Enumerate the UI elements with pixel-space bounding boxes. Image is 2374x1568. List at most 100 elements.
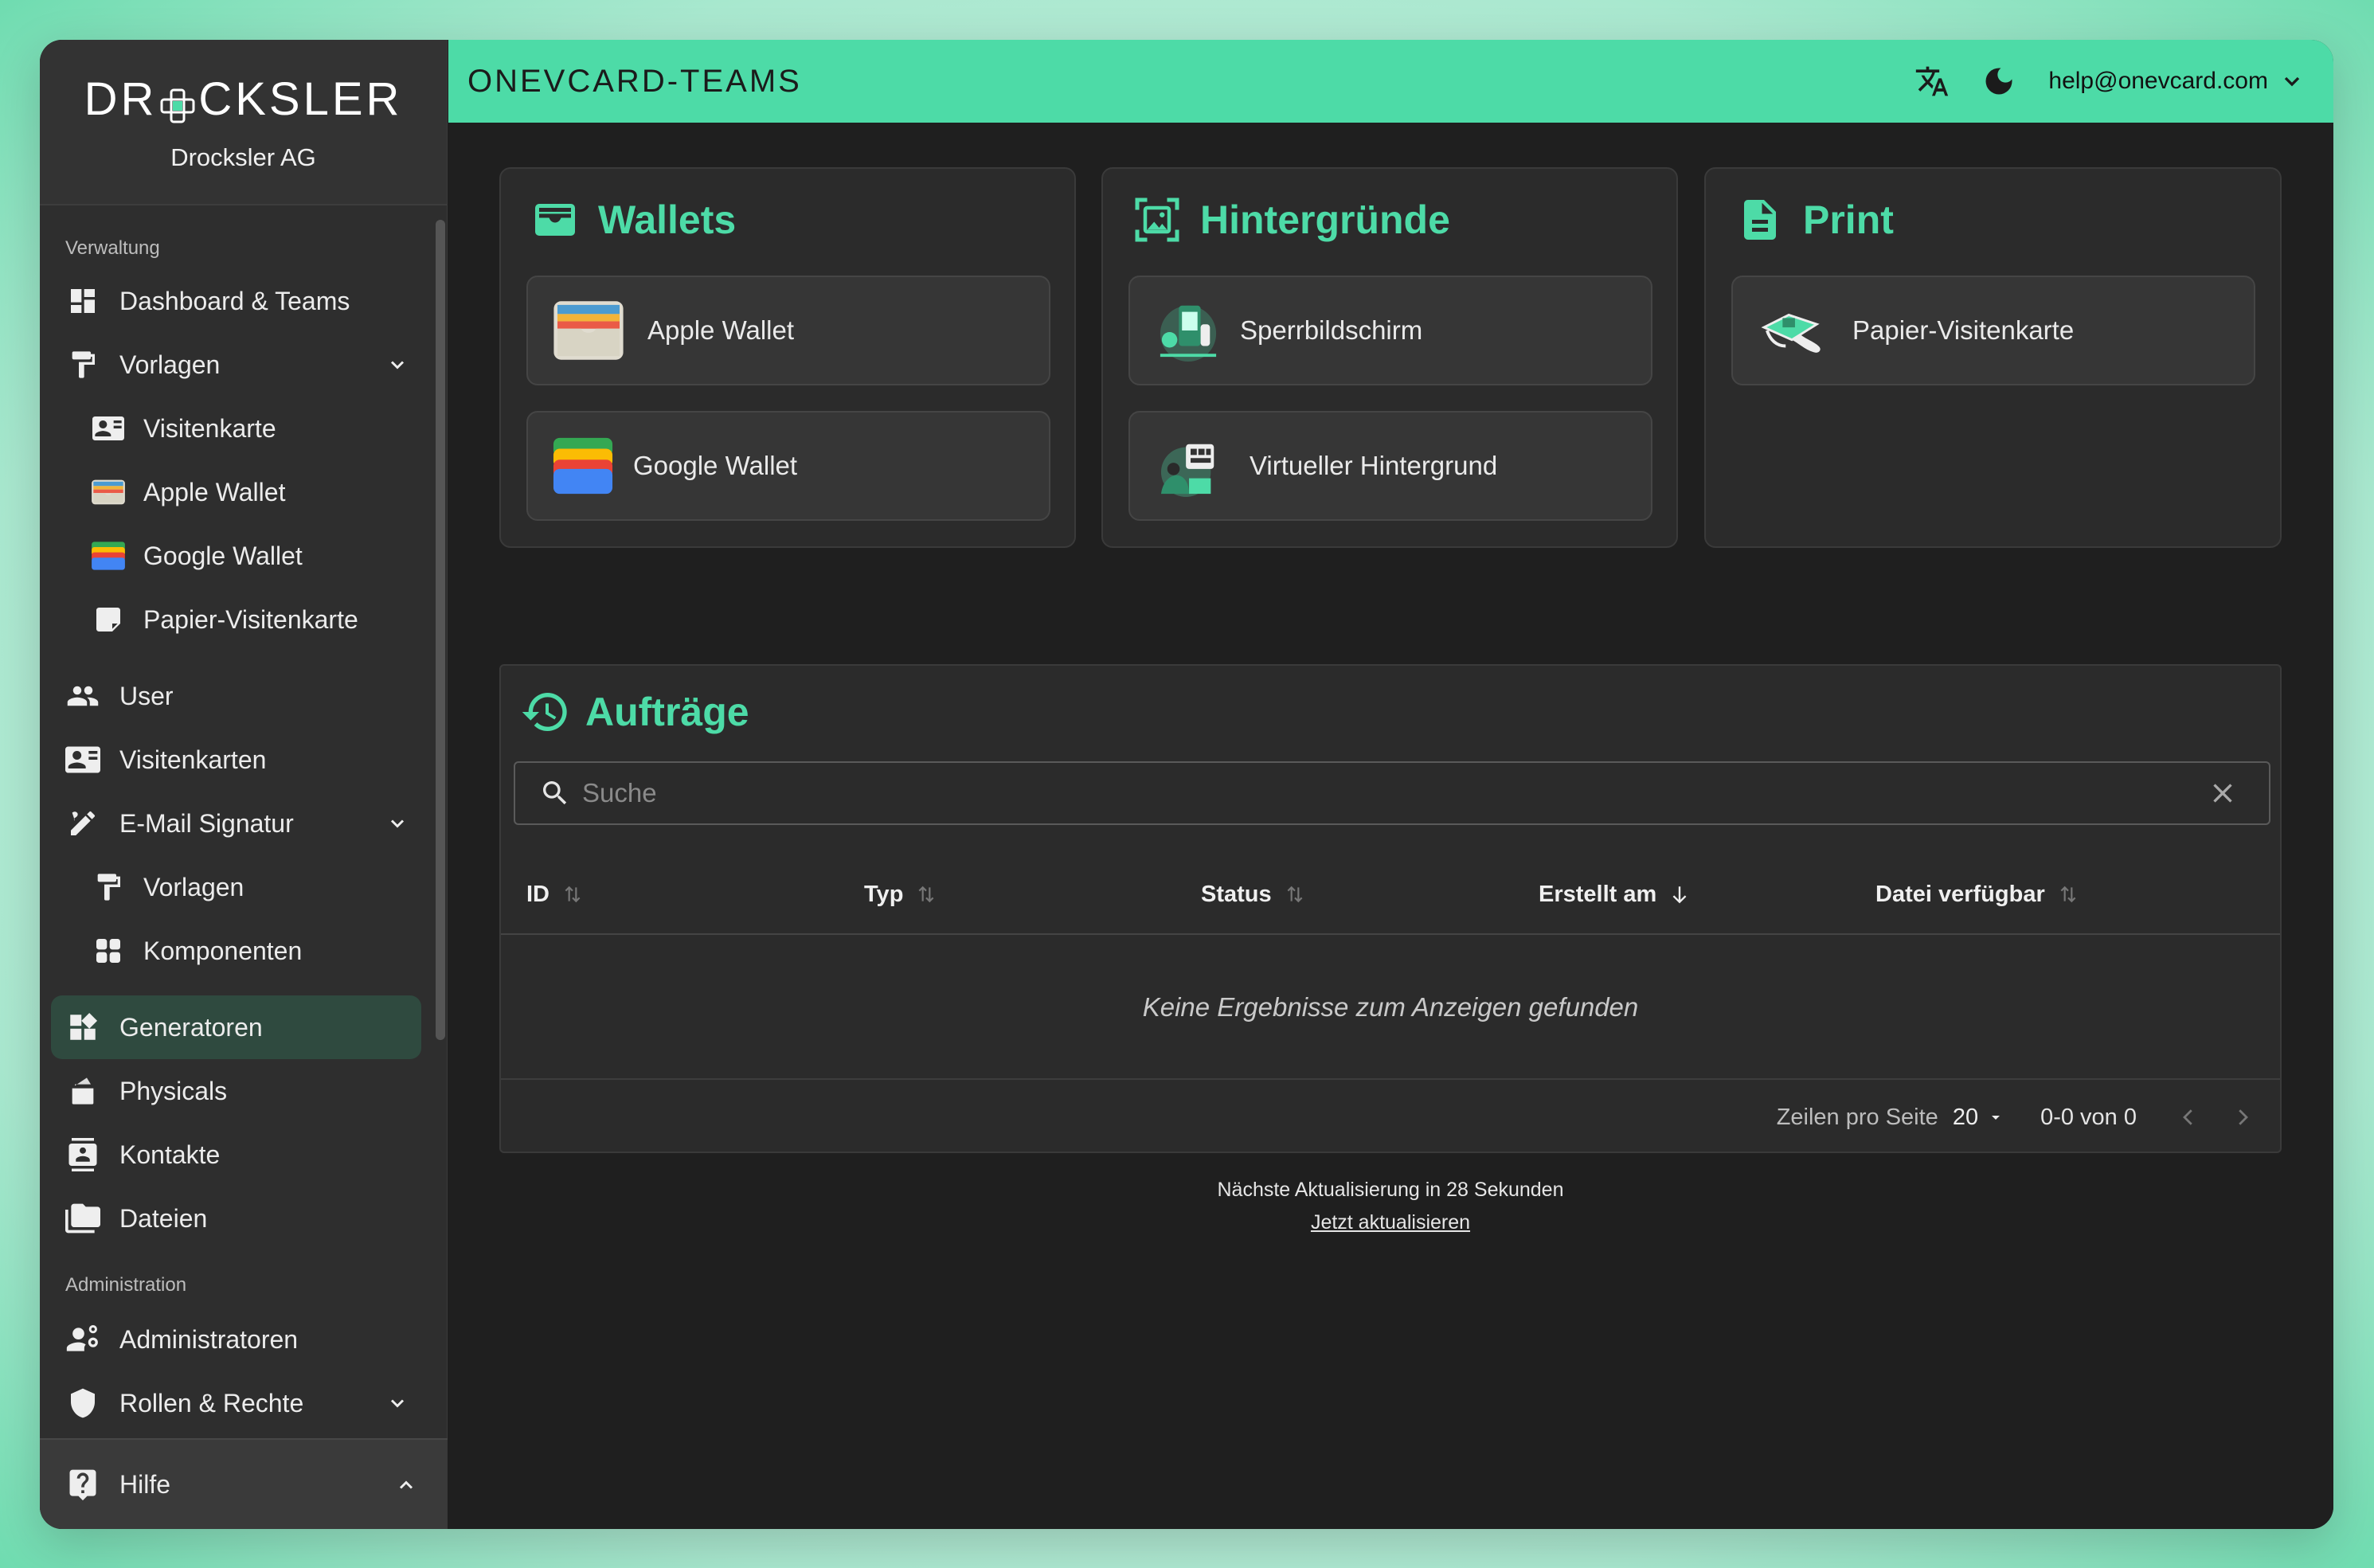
translate-icon[interactable] [1914, 64, 1950, 99]
sidebar-item-dateien[interactable]: Dateien [40, 1187, 432, 1250]
sidebar-scrollbar[interactable] [436, 220, 445, 1040]
sidebar-item-label: Visitenkarte [143, 413, 276, 443]
widgets-icon [91, 933, 126, 968]
sidebar-item-dashboard[interactable]: Dashboard & Teams [40, 269, 432, 333]
logo-cross-icon [160, 81, 195, 123]
help-icon [65, 1467, 100, 1502]
sidebar-item-label: Rollen & Rechte [119, 1388, 304, 1417]
admin-icon [65, 1322, 100, 1357]
dark-mode-icon[interactable] [1981, 64, 2016, 99]
signature-icon [65, 806, 100, 841]
company-logo: DR CKSLER [84, 72, 403, 125]
image-frame-icon [1135, 197, 1179, 242]
sidebar-item-label: Dateien [119, 1203, 208, 1233]
refresh-info: Nächste Aktualisierung in 28 Sekunden Je… [499, 1179, 2282, 1234]
chevron-down-icon[interactable] [386, 1392, 409, 1414]
sidebar-item-label: Vorlagen [143, 872, 244, 901]
card-hintergruende: Hintergründe Sperrbildschirm Virtueller … [1101, 167, 1678, 548]
sidebar-item-papier-visitenkarte[interactable]: Papier-Visitenkarte [40, 588, 432, 651]
sidebar-item-label: Generatoren [119, 1012, 263, 1042]
generator-icon [65, 1010, 100, 1045]
sidebar-item-label: Google Wallet [143, 541, 303, 570]
help-label: Hilfe [119, 1469, 171, 1499]
google-wallet-icon [552, 435, 614, 497]
sidebar-item-label: Dashboard & Teams [119, 286, 350, 315]
search-input[interactable] [582, 778, 2208, 808]
contacts-icon [65, 1137, 100, 1172]
pagination: Zeilen pro Seite 20 0-0 von 0 [1777, 1081, 2280, 1153]
apple-wallet-icon [552, 299, 625, 362]
sidebar-item-signatur-vorlagen[interactable]: Vorlagen [40, 855, 432, 919]
sidebar-item-label: Physicals [119, 1076, 228, 1105]
caret-down-icon [1992, 1116, 2000, 1120]
sort-icon[interactable] [1285, 882, 1305, 906]
chevron-down-icon[interactable] [2279, 68, 2305, 94]
sidebar-item-label: Komponenten [143, 936, 303, 965]
company-name: Drocksler AG [170, 143, 316, 171]
column-header-datei-verfuegbar[interactable]: Datei verfügbar [1875, 854, 2079, 935]
card-wallets: Wallets Apple Wallet Google Wallet [499, 167, 1076, 548]
column-header-erstellt-am[interactable]: Erstellt am [1539, 854, 1690, 935]
orders-search [514, 761, 2270, 825]
note-icon [91, 602, 126, 637]
sidebar-item-komponenten[interactable]: Komponenten [40, 919, 432, 983]
chevron-left-icon[interactable] [2176, 1105, 2200, 1129]
table-header: ID Typ Status Erstellt am Datei verfügba… [501, 854, 2280, 935]
history-icon [522, 693, 567, 731]
refresh-now-link[interactable]: Jetzt aktualisieren [499, 1211, 2282, 1234]
tile-virtueller-hintergrund[interactable]: Virtueller Hintergrund [1128, 411, 1652, 521]
wallet-icon [535, 204, 575, 236]
sidebar-item-label: Apple Wallet [143, 477, 286, 506]
chevron-down-icon[interactable] [386, 812, 409, 835]
column-header-status[interactable]: Status [1201, 854, 1305, 935]
empty-state: Keine Ergebnisse zum Anzeigen gefunden [501, 936, 2280, 1080]
sidebar-item-vorlagen[interactable]: Vorlagen [40, 333, 432, 397]
section-label-verwaltung: Verwaltung [65, 237, 160, 259]
sort-icon[interactable] [562, 882, 583, 906]
app-title[interactable]: ONEVCARD-TEAMS [467, 64, 802, 100]
contact-card-icon [91, 411, 126, 446]
card-title-print: Print [1736, 196, 1894, 244]
sidebar-item-label: User [119, 681, 174, 710]
rows-per-page-select[interactable]: 20 [1953, 1105, 2005, 1131]
paint-roller-icon [91, 870, 126, 905]
sidebar-item-visitenkarten[interactable]: Visitenkarten [40, 728, 432, 792]
pagination-range: 0-0 von 0 [2040, 1104, 2137, 1130]
orders-title: Aufträge [520, 686, 749, 737]
orders-panel: Aufträge ID Typ Status [499, 664, 2282, 1153]
sidebar-nav: Verwaltung Dashboard & Teams Vorlagen Vi… [40, 207, 432, 1438]
column-header-typ[interactable]: Typ [864, 854, 937, 935]
chevron-down-icon[interactable] [386, 354, 409, 376]
clear-icon[interactable] [2208, 779, 2237, 807]
paint-roller-icon [65, 347, 100, 382]
roles-icon [65, 1386, 100, 1421]
sidebar-item-administratoren[interactable]: Administratoren [40, 1308, 432, 1371]
virtual-background-illustration-icon [1154, 435, 1227, 497]
sidebar-item-rollen-rechte[interactable]: Rollen & Rechte [40, 1371, 432, 1435]
sidebar-item-visitenkarte[interactable]: Visitenkarte [40, 397, 432, 460]
sort-icon[interactable] [2058, 882, 2079, 906]
sidebar-help[interactable]: Hilfe [40, 1438, 448, 1529]
sidebar-item-label: Papier-Visitenkarte [143, 604, 358, 634]
sidebar-item-email-signatur[interactable]: E-Mail Signatur [40, 792, 432, 855]
chevron-up-icon[interactable] [395, 1474, 417, 1496]
sidebar-item-physicals[interactable]: Physicals [40, 1059, 432, 1123]
sort-icon[interactable] [916, 882, 937, 906]
users-icon [65, 678, 100, 714]
sidebar-item-label: Visitenkarten [119, 745, 267, 774]
tile-papier-visitenkarte[interactable]: Papier-Visitenkarte [1731, 276, 2255, 385]
arrow-down-icon[interactable] [1669, 882, 1690, 906]
cards-stack-icon [65, 1073, 100, 1109]
sidebar-item-google-wallet[interactable]: Google Wallet [40, 524, 432, 588]
account-email[interactable]: help@onevcard.com [2048, 68, 2268, 95]
sidebar-item-user[interactable]: User [40, 664, 432, 728]
sidebar-item-generatoren[interactable]: Generatoren [51, 995, 421, 1059]
column-header-id[interactable]: ID [526, 854, 583, 935]
tile-apple-wallet[interactable]: Apple Wallet [526, 276, 1050, 385]
chevron-right-icon[interactable] [2231, 1105, 2255, 1129]
tile-sperrbildschirm[interactable]: Sperrbildschirm [1128, 276, 1652, 385]
main-content: Wallets Apple Wallet Google Wallet Hinte… [448, 123, 2333, 1529]
sidebar-item-kontakte[interactable]: Kontakte [40, 1123, 432, 1187]
tile-google-wallet[interactable]: Google Wallet [526, 411, 1050, 521]
sidebar-item-apple-wallet[interactable]: Apple Wallet [40, 460, 432, 524]
